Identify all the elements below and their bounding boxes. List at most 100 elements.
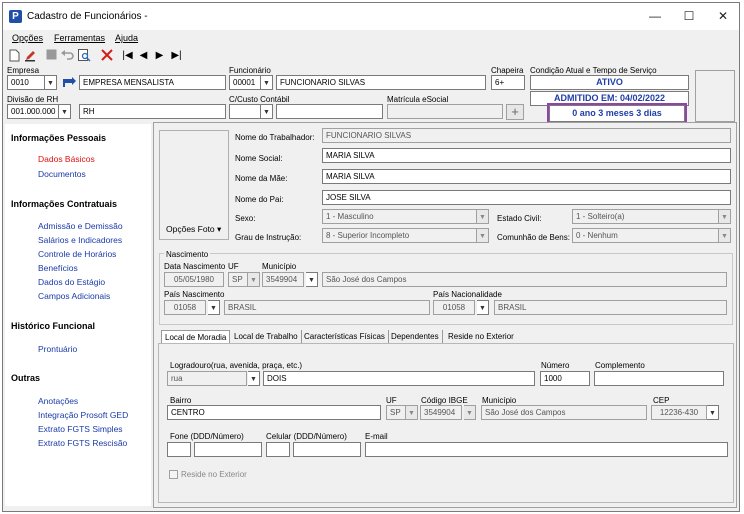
custo-name-field[interactable] xyxy=(276,104,383,119)
tab-caracteristicas[interactable]: Características Físicas xyxy=(301,330,389,344)
funcionario-code-field[interactable]: 00001 xyxy=(229,75,261,90)
funcionario-dropdown-icon[interactable]: ▼ xyxy=(261,75,273,90)
fone-numero-field[interactable] xyxy=(194,442,262,457)
sidebar-item-documentos[interactable]: Documentos xyxy=(38,169,86,179)
comunhao-dropdown-icon[interactable]: ▼ xyxy=(719,228,731,243)
custo-dropdown-icon[interactable]: ▼ xyxy=(261,104,273,119)
divisao-dropdown-icon[interactable]: ▼ xyxy=(59,104,71,119)
sidebar-item-prontuario[interactable]: Prontuário xyxy=(38,344,77,354)
find-icon[interactable] xyxy=(78,49,91,62)
divisao-name-field[interactable]: RH xyxy=(79,104,226,119)
menu-ajuda[interactable]: Ajuda xyxy=(115,33,138,43)
edit-pencil-icon[interactable] xyxy=(24,49,37,62)
complemento-field[interactable] xyxy=(594,371,724,386)
nome-pai-label: Nome do Pai: xyxy=(235,195,284,204)
custo-code-field[interactable] xyxy=(229,104,261,119)
sidebar-item-integracao-ged[interactable]: Integração Prosoft GED xyxy=(38,410,128,420)
tab-local-moradia[interactable]: Local de Moradia xyxy=(161,330,231,344)
pais-nascimento-name[interactable]: BRASIL xyxy=(224,300,430,315)
comunhao-select[interactable]: 0 - Nenhum xyxy=(572,228,719,243)
uf-nascimento-dropdown-icon[interactable]: ▼ xyxy=(248,272,260,287)
menu-ferramentas[interactable]: Ferramentas xyxy=(54,33,105,43)
first-record-icon[interactable]: |◀ xyxy=(121,49,134,62)
undo-icon[interactable] xyxy=(61,49,74,62)
nome-pai-field[interactable]: JOSE SILVA xyxy=(322,190,731,205)
sidebar-item-beneficios[interactable]: Benefícios xyxy=(38,263,78,273)
sidebar-item-dados-basicos[interactable]: Dados Básicos xyxy=(38,154,95,164)
municipio-nascimento-code[interactable]: 3549904 xyxy=(262,272,304,287)
nome-social-field[interactable]: MARIA SILVA xyxy=(322,148,731,163)
pais-nacionalidade-name[interactable]: BRASIL xyxy=(494,300,727,315)
divisao-code-field[interactable]: 001.000.000 xyxy=(7,104,59,119)
window-title: Cadastro de Funcionários - xyxy=(27,11,148,22)
bairro-field[interactable]: CENTRO xyxy=(167,405,381,420)
sidebar-item-fgts-rescisao[interactable]: Extrato FGTS Rescisão xyxy=(38,438,127,448)
photo-options-button[interactable]: Opções Foto ▾ xyxy=(166,224,221,235)
sidebar-item-horarios[interactable]: Controle de Horários xyxy=(38,249,116,259)
new-document-icon[interactable] xyxy=(8,49,21,62)
email-field[interactable] xyxy=(365,442,728,457)
pais-nascimento-dropdown-icon[interactable]: ▼ xyxy=(208,300,220,315)
logradouro-tipo-dropdown-icon[interactable]: ▼ xyxy=(248,371,260,386)
pais-nacionalidade-code[interactable]: 01058 xyxy=(433,300,475,315)
add-plus-button[interactable]: + xyxy=(506,104,524,120)
uf-moradia-field[interactable]: SP xyxy=(386,405,406,420)
cep-field[interactable]: 12236-430 xyxy=(651,405,707,420)
nome-trabalhador-field[interactable]: FUNCIONARIO SILVAS xyxy=(322,128,731,143)
sidebar-item-admissao[interactable]: Admissão e Demissão xyxy=(38,221,123,231)
maximize-button[interactable]: ☐ xyxy=(677,7,701,25)
last-record-icon[interactable]: ▶| xyxy=(170,49,183,62)
sidebar-item-anotacoes[interactable]: Anotações xyxy=(38,396,78,406)
sidebar-item-campos-adicionais[interactable]: Campos Adicionais xyxy=(38,291,110,301)
grau-instrucao-select[interactable]: 8 - Superior Incompleto xyxy=(322,228,477,243)
sidebar-item-estagio[interactable]: Dados do Estágio xyxy=(38,277,105,287)
cep-dropdown-icon[interactable]: ▼ xyxy=(707,405,719,420)
tab-local-trabalho[interactable]: Local de Trabalho xyxy=(231,330,302,344)
sidebar-item-fgts-simples[interactable]: Extrato FGTS Simples xyxy=(38,424,123,434)
next-record-icon[interactable]: ▶ xyxy=(153,49,166,62)
logradouro-field[interactable]: DOIS xyxy=(263,371,535,386)
reside-exterior-checkbox[interactable] xyxy=(169,470,178,479)
uf-nascimento-field[interactable]: SP xyxy=(228,272,248,287)
fone-ddd-field[interactable] xyxy=(167,442,191,457)
celular-label: Celular (DDD/Número) xyxy=(266,432,347,441)
ibge-dropdown-icon[interactable]: ▼ xyxy=(464,405,476,420)
refresh-arrow-icon[interactable] xyxy=(61,76,77,89)
estado-civil-dropdown-icon[interactable]: ▼ xyxy=(719,209,731,224)
municipio-moradia-field[interactable]: São José dos Campos xyxy=(481,405,647,420)
grau-instrucao-dropdown-icon[interactable]: ▼ xyxy=(477,228,489,243)
empresa-dropdown-icon[interactable]: ▼ xyxy=(45,75,57,90)
sidebar-item-salarios[interactable]: Salários e Indicadores xyxy=(38,235,122,245)
chapeira-field[interactable]: 6+ xyxy=(491,75,525,90)
pais-nacionalidade-dropdown-icon[interactable]: ▼ xyxy=(477,300,489,315)
sexo-dropdown-icon[interactable]: ▼ xyxy=(477,209,489,224)
data-nascimento-field[interactable]: 05/05/1980 xyxy=(164,272,224,287)
tab-reside-exterior[interactable]: Reside no Exterior xyxy=(445,330,517,344)
menu-opcoes[interactable]: Opções xyxy=(12,33,43,43)
nome-mae-field[interactable]: MARIA SILVA xyxy=(322,169,731,184)
municipio-nascimento-dropdown-icon[interactable]: ▼ xyxy=(306,272,318,287)
comunhao-label: Comunhão de Bens: xyxy=(497,233,570,242)
logradouro-tipo-field[interactable]: rua xyxy=(167,371,247,386)
celular-ddd-field[interactable] xyxy=(266,442,290,457)
uf-moradia-dropdown-icon[interactable]: ▼ xyxy=(406,405,418,420)
estado-civil-select[interactable]: 1 - Solteiro(a) xyxy=(572,209,719,224)
matricula-field[interactable] xyxy=(387,104,503,119)
sexo-select[interactable]: 1 - Masculino xyxy=(322,209,477,224)
empresa-code-field[interactable]: 0010 xyxy=(7,75,45,90)
empresa-name-field[interactable]: EMPRESA MENSALISTA xyxy=(79,75,226,90)
funcionario-name-field[interactable]: FUNCIONARIO SILVAS xyxy=(276,75,486,90)
delete-icon[interactable] xyxy=(100,49,113,62)
ibge-field[interactable]: 3549904 xyxy=(420,405,462,420)
divisao-label: Divisão de RH xyxy=(7,95,59,104)
minimize-button[interactable]: — xyxy=(643,7,667,25)
data-nascimento-label: Data Nascimento xyxy=(164,262,226,271)
numero-field[interactable]: 1000 xyxy=(540,371,590,386)
close-button[interactable]: ✕ xyxy=(711,7,735,25)
municipio-nascimento-name[interactable]: São José dos Campos xyxy=(322,272,727,287)
celular-numero-field[interactable] xyxy=(293,442,361,457)
previous-record-icon[interactable]: ◀ xyxy=(137,49,150,62)
save-icon[interactable] xyxy=(45,49,58,62)
pais-nascimento-code[interactable]: 01058 xyxy=(164,300,206,315)
tab-dependentes[interactable]: Dependentes xyxy=(388,330,443,344)
